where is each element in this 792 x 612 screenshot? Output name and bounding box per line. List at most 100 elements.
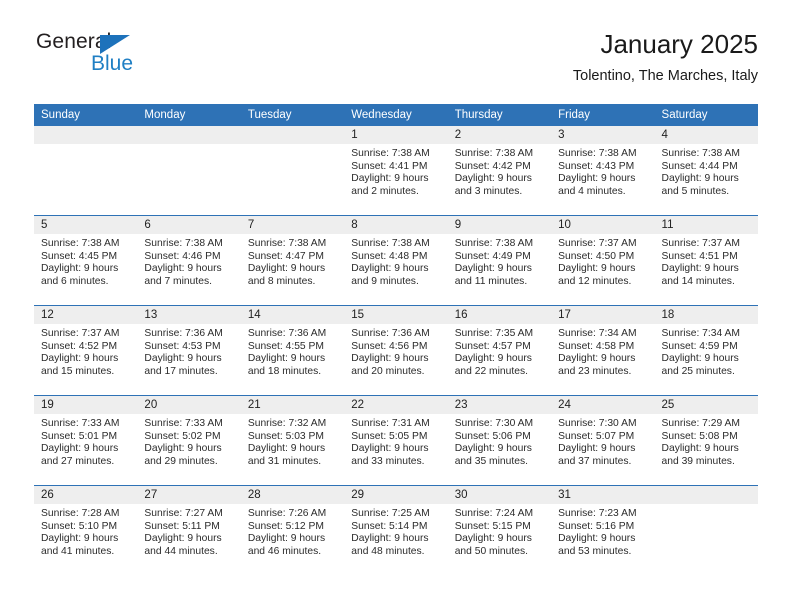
calendar-day[interactable]: 25 Sunrise: 7:29 AM Sunset: 5:08 PM Dayligh… — [654, 396, 758, 485]
weekday-header-row: Sunday Monday Tuesday Wednesday Thursday… — [34, 104, 758, 126]
day-sun-info: Sunrise: 7:24 AM Sunset: 5:15 PM Daylight:… — [448, 504, 551, 558]
calendar-page: General Blue January 2025 Tolentino, The… — [0, 0, 792, 612]
daylight-text-line1: Daylight: 9 hours — [661, 443, 739, 455]
day-sun-info: Sunrise: 7:38 AM Sunset: 4:46 PM Daylight:… — [137, 234, 240, 288]
sunset-text: Sunset: 4:48 PM — [351, 250, 428, 262]
sunrise-text: Sunrise: 7:38 AM — [661, 148, 740, 159]
daylight-text-line1: Daylight: 9 hours — [144, 263, 222, 275]
calendar-day[interactable]: 13 Sunrise: 7:36 AM Sunset: 4:53 PM Dayligh… — [137, 306, 241, 395]
day-sun-info: Sunrise: 7:33 AM Sunset: 5:02 PM Daylight:… — [137, 414, 240, 468]
daylight-text-line2: and 11 minutes. — [454, 275, 528, 287]
calendar-cell: 8 Sunrise: 7:38 AM Sunset: 4:48 PM Daylight… — [344, 215, 448, 306]
calendar-day[interactable]: 4 Sunrise: 7:38 AM Sunset: 4:44 PM Daylight… — [654, 126, 758, 215]
calendar-day[interactable]: 27 Sunrise: 7:27 AM Sunset: 5:11 PM Dayligh… — [137, 486, 241, 575]
calendar-day[interactable]: 8 Sunrise: 7:38 AM Sunset: 4:48 PM Daylight… — [344, 216, 448, 305]
calendar-day[interactable]: 16 Sunrise: 7:35 AM Sunset: 4:57 PM Dayligh… — [447, 306, 552, 395]
daylight-text-line2: and 14 minutes. — [661, 275, 735, 287]
calendar-day[interactable]: 5 Sunrise: 7:38 AM Sunset: 4:45 PM Daylight… — [34, 216, 138, 305]
calendar-day[interactable]: 19 Sunrise: 7:33 AM Sunset: 5:01 PM Dayligh… — [34, 396, 138, 485]
sunrise-text: Sunrise: 7:24 AM — [454, 508, 534, 519]
day-number: 13 — [137, 306, 241, 324]
calendar-day[interactable]: 7 Sunrise: 7:38 AM Sunset: 4:47 PM Daylight… — [240, 216, 345, 305]
calendar-day-empty — [654, 486, 758, 575]
calendar-day[interactable]: 9 Sunrise: 7:38 AM Sunset: 4:49 PM Daylight… — [447, 216, 552, 305]
sunset-text: Sunset: 4:45 PM — [41, 250, 118, 262]
sunset-text: Sunset: 4:49 PM — [454, 250, 531, 262]
daylight-text-line1: Daylight: 9 hours — [41, 263, 119, 275]
daylight-text-line1: Daylight: 9 hours — [247, 533, 326, 545]
calendar-cell: 14 Sunrise: 7:36 AM Sunset: 4:55 PM Dayligh… — [240, 305, 345, 396]
calendar-cell: 16 Sunrise: 7:35 AM Sunset: 4:57 PM Dayligh… — [447, 305, 552, 396]
sunset-text: Sunset: 4:43 PM — [558, 160, 635, 172]
weekday-header-wednesday: Wednesday — [344, 104, 448, 126]
calendar-day[interactable]: 24 Sunrise: 7:30 AM Sunset: 5:07 PM Dayligh… — [551, 396, 655, 485]
daylight-text-line1: Daylight: 9 hours — [144, 443, 222, 455]
day-sun-info: Sunrise: 7:38 AM Sunset: 4:49 PM Daylight:… — [448, 234, 551, 288]
calendar-day[interactable]: 14 Sunrise: 7:36 AM Sunset: 4:55 PM Dayligh… — [240, 306, 345, 395]
calendar-day[interactable]: 22 Sunrise: 7:31 AM Sunset: 5:05 PM Dayligh… — [344, 396, 448, 485]
day-number: 10 — [551, 216, 655, 234]
sunset-text: Sunset: 5:05 PM — [351, 430, 428, 442]
daylight-text-line1: Daylight: 9 hours — [351, 263, 429, 275]
day-sun-info: Sunrise: 7:38 AM Sunset: 4:45 PM Daylight:… — [34, 234, 137, 288]
calendar-cell: 6 Sunrise: 7:38 AM Sunset: 4:46 PM Daylight… — [137, 215, 241, 306]
sunrise-text: Sunrise: 7:34 AM — [558, 328, 637, 339]
calendar-day[interactable]: 11 Sunrise: 7:37 AM Sunset: 4:51 PM Dayligh… — [654, 216, 758, 305]
calendar-cell — [654, 485, 758, 575]
calendar-cell: 1 Sunrise: 7:38 AM Sunset: 4:41 PM Daylight… — [344, 126, 448, 216]
calendar-day[interactable]: 31 Sunrise: 7:23 AM Sunset: 5:16 PM Dayligh… — [551, 486, 655, 575]
calendar-day[interactable]: 20 Sunrise: 7:33 AM Sunset: 5:02 PM Dayligh… — [137, 396, 241, 485]
calendar-day[interactable]: 6 Sunrise: 7:38 AM Sunset: 4:46 PM Daylight… — [137, 216, 241, 305]
calendar-day[interactable]: 1 Sunrise: 7:38 AM Sunset: 4:41 PM Daylight… — [344, 126, 448, 215]
calendar-day[interactable]: 23 Sunrise: 7:30 AM Sunset: 5:06 PM Dayligh… — [447, 396, 552, 485]
calendar-day[interactable]: 3 Sunrise: 7:38 AM Sunset: 4:43 PM Daylight… — [551, 126, 655, 215]
sunrise-text: Sunrise: 7:35 AM — [454, 328, 534, 339]
calendar-cell: 27 Sunrise: 7:27 AM Sunset: 5:11 PM Dayligh… — [137, 485, 241, 575]
calendar-day[interactable]: 28 Sunrise: 7:26 AM Sunset: 5:12 PM Dayligh… — [240, 486, 345, 575]
daylight-text-line1: Daylight: 9 hours — [661, 353, 739, 365]
calendar-day[interactable]: 18 Sunrise: 7:34 AM Sunset: 4:59 PM Dayligh… — [654, 306, 758, 395]
weekday-header-friday: Friday — [551, 104, 655, 126]
calendar-day[interactable]: 12 Sunrise: 7:37 AM Sunset: 4:52 PM Dayligh… — [34, 306, 138, 395]
calendar-cell: 7 Sunrise: 7:38 AM Sunset: 4:47 PM Daylight… — [240, 215, 345, 306]
daylight-text-line2: and 5 minutes. — [661, 185, 730, 197]
daylight-text-line1: Daylight: 9 hours — [351, 173, 429, 185]
day-sun-info: Sunrise: 7:37 AM Sunset: 4:52 PM Daylight:… — [34, 324, 137, 378]
day-sun-info: Sunrise: 7:34 AM Sunset: 4:59 PM Daylight:… — [655, 324, 758, 378]
sunrise-text: Sunrise: 7:37 AM — [661, 238, 740, 249]
day-number: 1 — [344, 126, 448, 144]
calendar-day[interactable]: 29 Sunrise: 7:25 AM Sunset: 5:14 PM Dayligh… — [344, 486, 448, 575]
day-sun-info: Sunrise: 7:35 AM Sunset: 4:57 PM Daylight:… — [448, 324, 551, 378]
calendar-day[interactable]: 26 Sunrise: 7:28 AM Sunset: 5:10 PM Dayligh… — [34, 486, 138, 575]
sunset-text: Sunset: 4:42 PM — [454, 160, 531, 172]
sunrise-text: Sunrise: 7:37 AM — [41, 328, 120, 339]
weekday-header-monday: Monday — [137, 104, 241, 126]
calendar-day[interactable]: 2 Sunrise: 7:38 AM Sunset: 4:42 PM Daylight… — [447, 126, 552, 215]
sunrise-text: Sunrise: 7:32 AM — [247, 418, 327, 429]
day-sun-info: Sunrise: 7:38 AM Sunset: 4:44 PM Daylight:… — [655, 144, 758, 198]
day-number: 11 — [654, 216, 758, 234]
daylight-text-line1: Daylight: 9 hours — [558, 353, 636, 365]
calendar-cell: 29 Sunrise: 7:25 AM Sunset: 5:14 PM Dayligh… — [344, 485, 448, 575]
calendar-week-row: 1 Sunrise: 7:38 AM Sunset: 4:41 PM Daylight… — [34, 126, 758, 216]
daylight-text-line2: and 20 minutes. — [351, 365, 425, 377]
daylight-text-line2: and 25 minutes. — [661, 365, 735, 377]
calendar-day[interactable]: 21 Sunrise: 7:32 AM Sunset: 5:03 PM Dayligh… — [240, 396, 345, 485]
sunset-text: Sunset: 4:47 PM — [247, 250, 324, 262]
calendar-day[interactable]: 10 Sunrise: 7:37 AM Sunset: 4:50 PM Dayligh… — [551, 216, 655, 305]
day-number: 8 — [344, 216, 448, 234]
day-number: 31 — [551, 486, 655, 504]
calendar-day[interactable]: 17 Sunrise: 7:34 AM Sunset: 4:58 PM Dayligh… — [551, 306, 655, 395]
day-number: 2 — [447, 126, 552, 144]
calendar-day[interactable]: 15 Sunrise: 7:36 AM Sunset: 4:56 PM Dayligh… — [344, 306, 448, 395]
general-blue-logo[interactable]: General Blue — [34, 30, 234, 86]
day-number: 29 — [344, 486, 448, 504]
calendar-day[interactable]: 30 Sunrise: 7:24 AM Sunset: 5:15 PM Dayligh… — [447, 486, 552, 575]
day-sun-info: Sunrise: 7:29 AM Sunset: 5:08 PM Daylight:… — [655, 414, 758, 468]
daylight-text-line1: Daylight: 9 hours — [247, 353, 326, 365]
daylight-text-line2: and 46 minutes. — [247, 545, 322, 557]
sunset-text: Sunset: 5:10 PM — [41, 520, 118, 532]
sunset-text: Sunset: 4:51 PM — [661, 250, 738, 262]
sunrise-text: Sunrise: 7:36 AM — [144, 328, 223, 339]
daylight-text-line2: and 8 minutes. — [247, 275, 316, 287]
